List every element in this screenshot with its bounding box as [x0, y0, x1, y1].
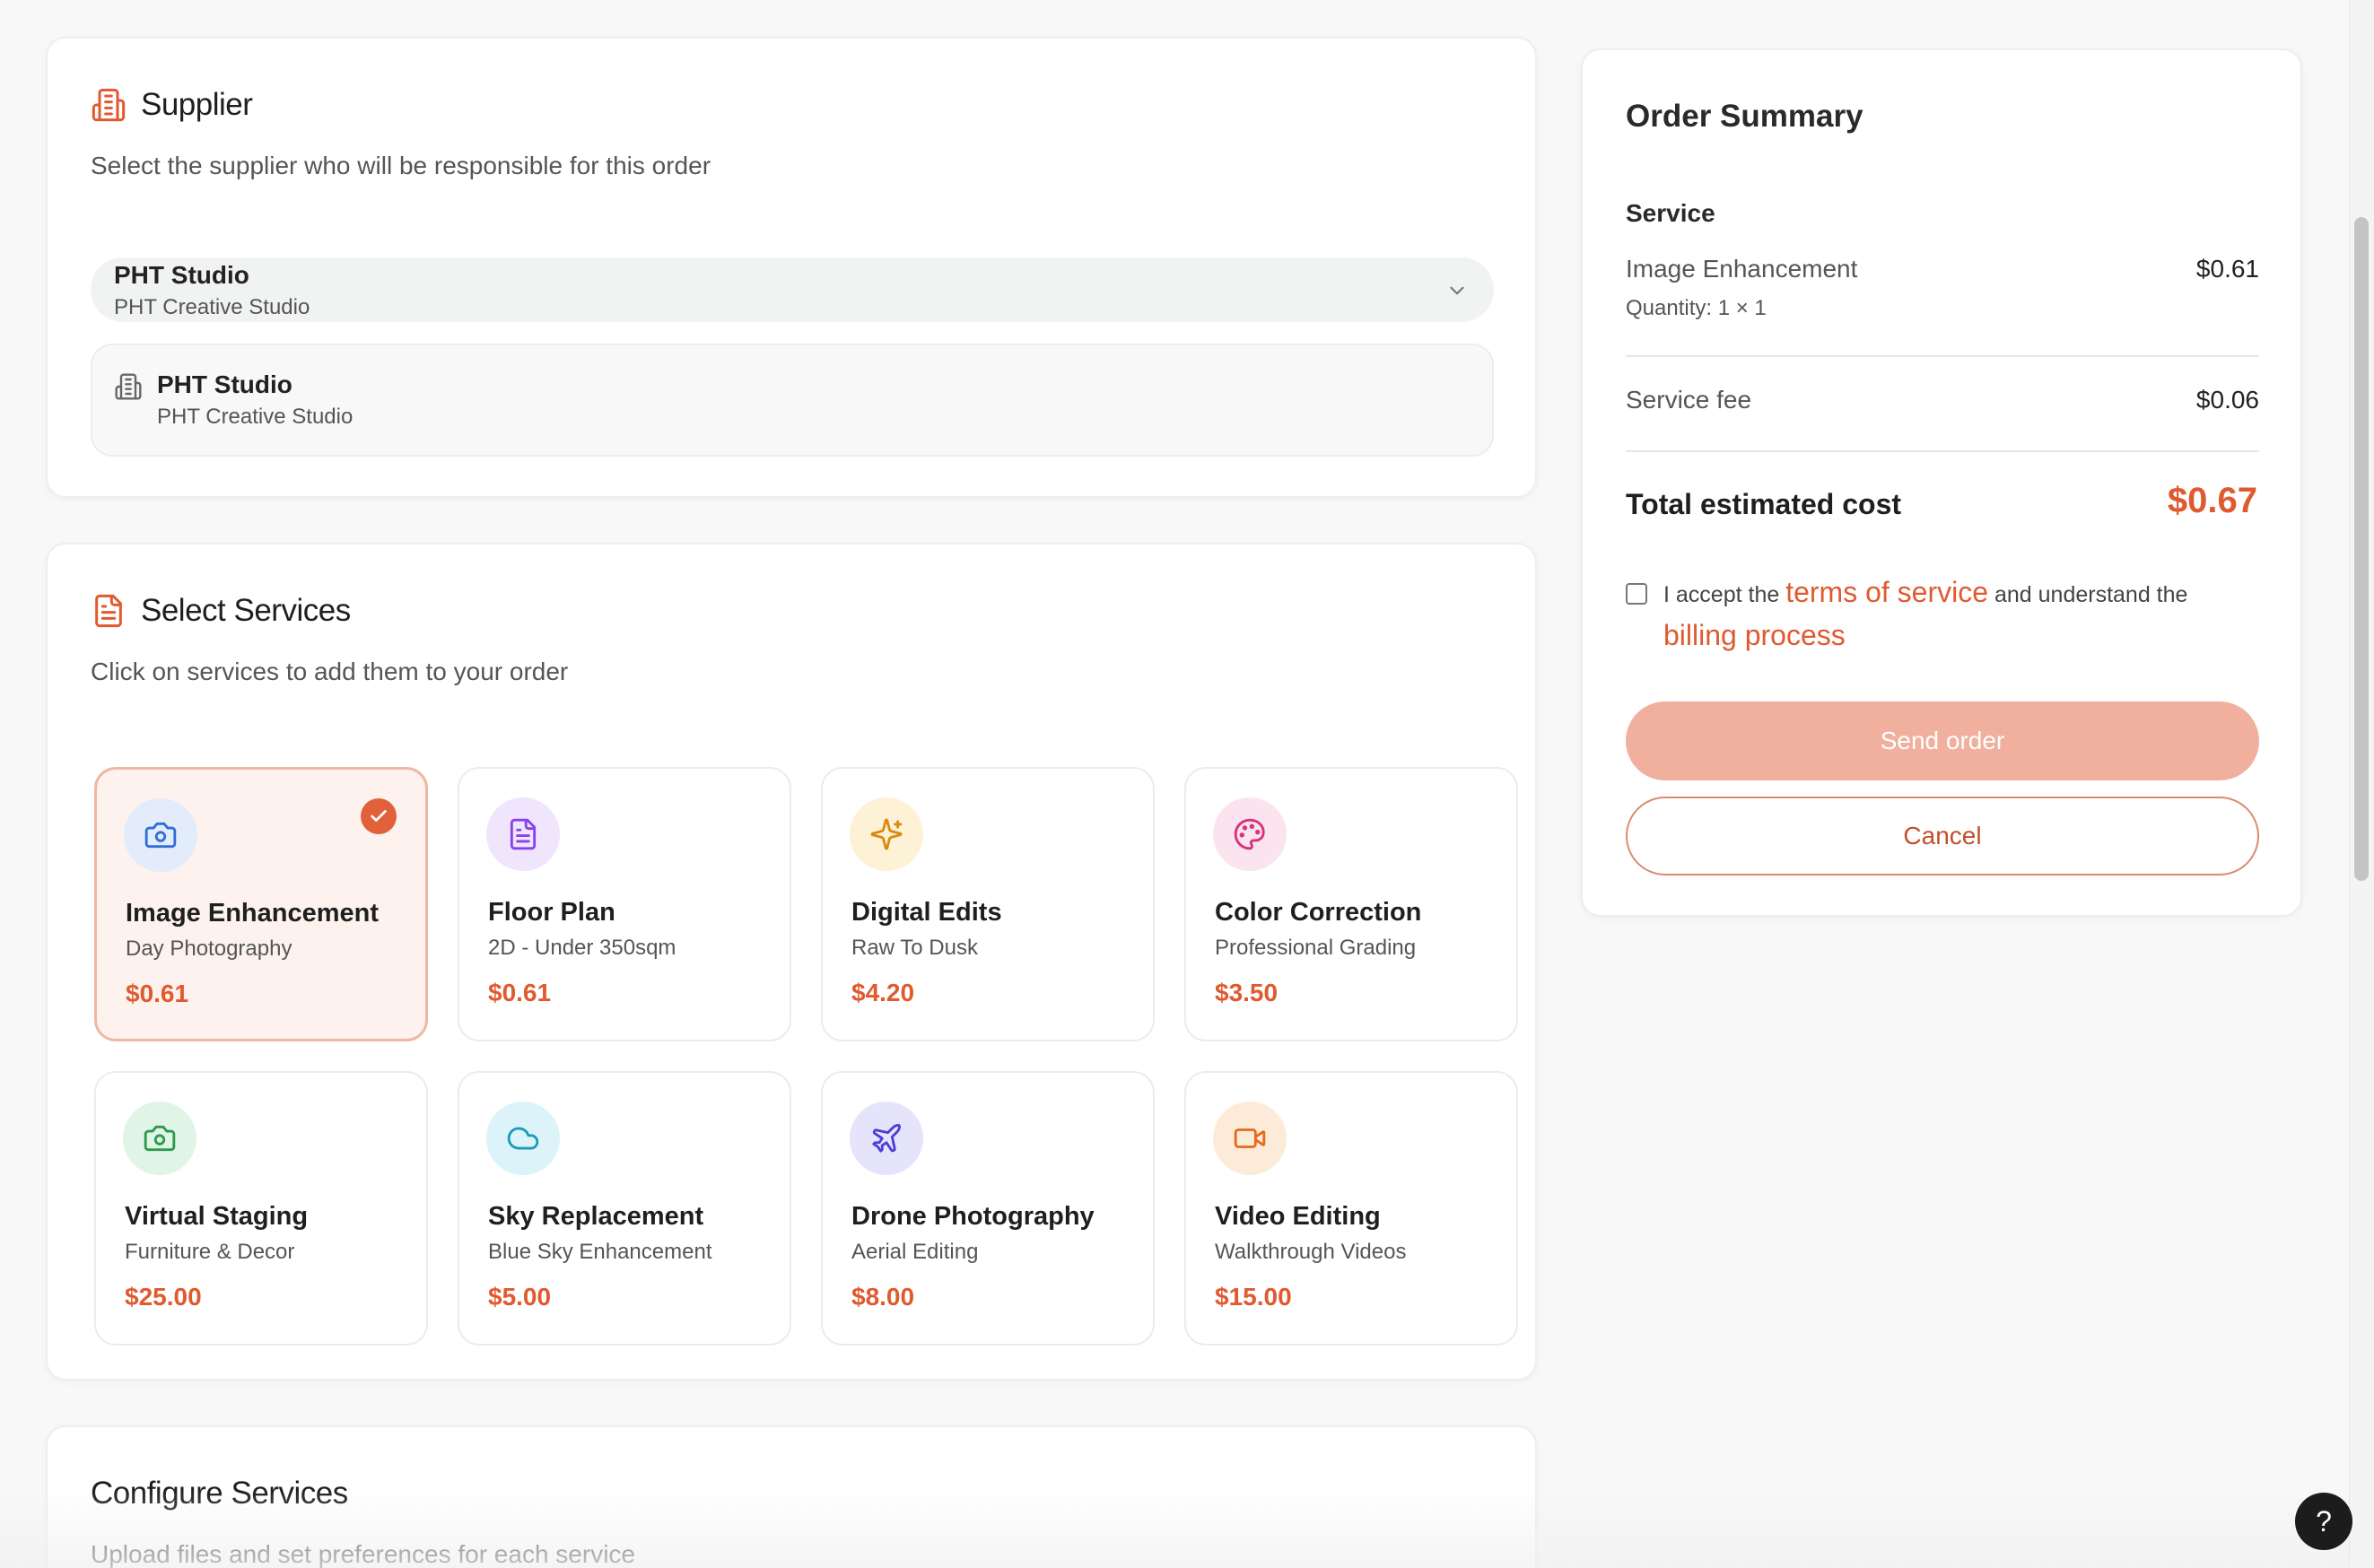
- services-subtitle: Click on services to add them to your or…: [91, 658, 569, 685]
- service-subtitle: Blue Sky Enhancement: [488, 1240, 712, 1264]
- building-icon: [92, 88, 126, 122]
- service-subtitle: Walkthrough Videos: [1215, 1240, 1407, 1264]
- service-icon-badge: [486, 797, 560, 871]
- service-tile[interactable]: Floor Plan 2D - Under 350sqm $0.61: [458, 767, 791, 1041]
- configure-subtitle: Upload files and set preferences for eac…: [91, 1540, 635, 1568]
- services-header: Select Services: [91, 593, 351, 629]
- configure-card: Configure Services Upload files and set …: [46, 1425, 1537, 1568]
- supplier-select-sub: PHT Creative Studio: [114, 295, 310, 319]
- service-fee-row: Service fee $0.06: [1626, 386, 2259, 414]
- supplier-subtitle: Select the supplier who will be responsi…: [91, 152, 711, 179]
- scrollbar[interactable]: [2349, 0, 2374, 1568]
- plane-icon: [872, 1124, 901, 1153]
- order-summary-title: Order Summary: [1626, 99, 1863, 134]
- total-value: $0.67: [2167, 481, 2257, 520]
- help-button[interactable]: ?: [2295, 1493, 2352, 1550]
- supplier-select-name: PHT Studio: [114, 261, 249, 289]
- services-card: Select Services Click on services to add…: [46, 543, 1537, 1381]
- selected-check-icon: [361, 798, 397, 834]
- service-subtitle: Aerial Editing: [851, 1240, 979, 1264]
- service-name: Virtual Staging: [125, 1202, 309, 1231]
- camera-icon: [144, 822, 177, 849]
- service-price: $15.00: [1215, 1283, 1292, 1311]
- camera-icon: [144, 1125, 176, 1152]
- terms-mid: and understand the: [1988, 582, 2188, 607]
- service-price: $0.61: [488, 979, 552, 1006]
- summary-line-name: Image Enhancement: [1626, 255, 1858, 283]
- total-label: Total estimated cost: [1626, 488, 1902, 520]
- terms-of-service-link[interactable]: terms of service: [1785, 576, 1988, 608]
- chevron-down-icon: [1450, 286, 1464, 295]
- scrollbar-thumb[interactable]: [2354, 217, 2369, 881]
- service-tile[interactable]: Digital Edits Raw To Dusk $4.20: [821, 767, 1155, 1041]
- service-name: Drone Photography: [851, 1202, 1095, 1231]
- service-label: Service: [1626, 199, 1715, 227]
- service-name: Sky Replacement: [488, 1202, 704, 1231]
- send-order-button[interactable]: Send order: [1626, 701, 2259, 780]
- building-icon: [115, 373, 142, 400]
- service-price: $5.00: [488, 1283, 552, 1311]
- service-subtitle: Raw To Dusk: [851, 936, 978, 960]
- service-icon-badge: [850, 797, 923, 871]
- supplier-box-name: PHT Studio: [157, 370, 292, 398]
- service-subtitle: Furniture & Decor: [125, 1240, 295, 1264]
- configure-title: Configure Services: [91, 1476, 348, 1511]
- terms-checkbox[interactable]: [1626, 583, 1647, 605]
- service-icon-badge: [486, 1102, 560, 1175]
- service-tile[interactable]: Sky Replacement Blue Sky Enhancement $5.00: [458, 1071, 791, 1346]
- service-tile[interactable]: Drone Photography Aerial Editing $8.00: [821, 1071, 1155, 1346]
- document-icon: [95, 594, 122, 628]
- supplier-title: Supplier: [141, 87, 253, 122]
- service-icon-badge: [123, 1102, 196, 1175]
- service-name: Video Editing: [1215, 1202, 1381, 1231]
- service-subtitle: Day Photography: [126, 936, 292, 961]
- service-icon-badge: [1213, 797, 1287, 871]
- service-name: Color Correction: [1215, 898, 1422, 927]
- service-price: $0.61: [126, 980, 189, 1007]
- services-title: Select Services: [141, 593, 351, 628]
- summary-line-item: Image Enhancement $0.61: [1626, 255, 2259, 283]
- service-price: $8.00: [851, 1283, 915, 1311]
- service-price: $25.00: [125, 1283, 202, 1311]
- service-tile[interactable]: Video Editing Walkthrough Videos $15.00: [1184, 1071, 1518, 1346]
- cloud-icon: [507, 1127, 539, 1150]
- service-icon-badge: [850, 1102, 923, 1175]
- video-icon: [1234, 1128, 1266, 1148]
- document-icon: [510, 818, 537, 850]
- terms-text: I accept the terms of service and unders…: [1663, 576, 2187, 609]
- service-name: Digital Edits: [851, 898, 1002, 927]
- service-price: $4.20: [851, 979, 915, 1006]
- service-tile[interactable]: Image Enhancement Day Photography $0.61: [94, 767, 428, 1041]
- supplier-select[interactable]: PHT Studio PHT Creative Studio: [91, 257, 1494, 322]
- service-price: $3.50: [1215, 979, 1279, 1006]
- service-icon-badge: [124, 798, 197, 872]
- service-fee-value: $0.06: [2195, 386, 2259, 414]
- service-subtitle: 2D - Under 350sqm: [488, 936, 676, 960]
- palette-icon: [1234, 818, 1265, 850]
- service-fee-label: Service fee: [1626, 386, 1752, 414]
- sparkles-icon: [870, 818, 903, 850]
- supplier-header: Supplier: [91, 87, 253, 123]
- selected-supplier-box: PHT Studio PHT Creative Studio: [91, 344, 1494, 457]
- supplier-box-sub: PHT Creative Studio: [157, 405, 353, 429]
- supplier-card: Supplier Select the supplier who will be…: [46, 37, 1537, 498]
- divider: [1626, 450, 2259, 452]
- order-summary-card: Order Summary Service Image Enhancement …: [1581, 48, 2302, 917]
- service-name: Image Enhancement: [126, 899, 380, 928]
- service-icon-badge: [1213, 1102, 1287, 1175]
- service-subtitle: Professional Grading: [1215, 936, 1417, 960]
- divider: [1626, 355, 2259, 357]
- service-tile[interactable]: Virtual Staging Furniture & Decor $25.00: [94, 1071, 428, 1346]
- summary-line-quantity: Quantity: 1 × 1: [1626, 296, 1767, 320]
- cancel-button[interactable]: Cancel: [1626, 797, 2259, 875]
- service-name: Floor Plan: [488, 898, 615, 927]
- billing-process-link[interactable]: billing process: [1663, 619, 1846, 652]
- service-tile[interactable]: Color Correction Professional Grading $3.5…: [1184, 767, 1518, 1041]
- terms-prefix: I accept the: [1663, 582, 1786, 607]
- summary-line-price: $0.61: [2195, 255, 2259, 283]
